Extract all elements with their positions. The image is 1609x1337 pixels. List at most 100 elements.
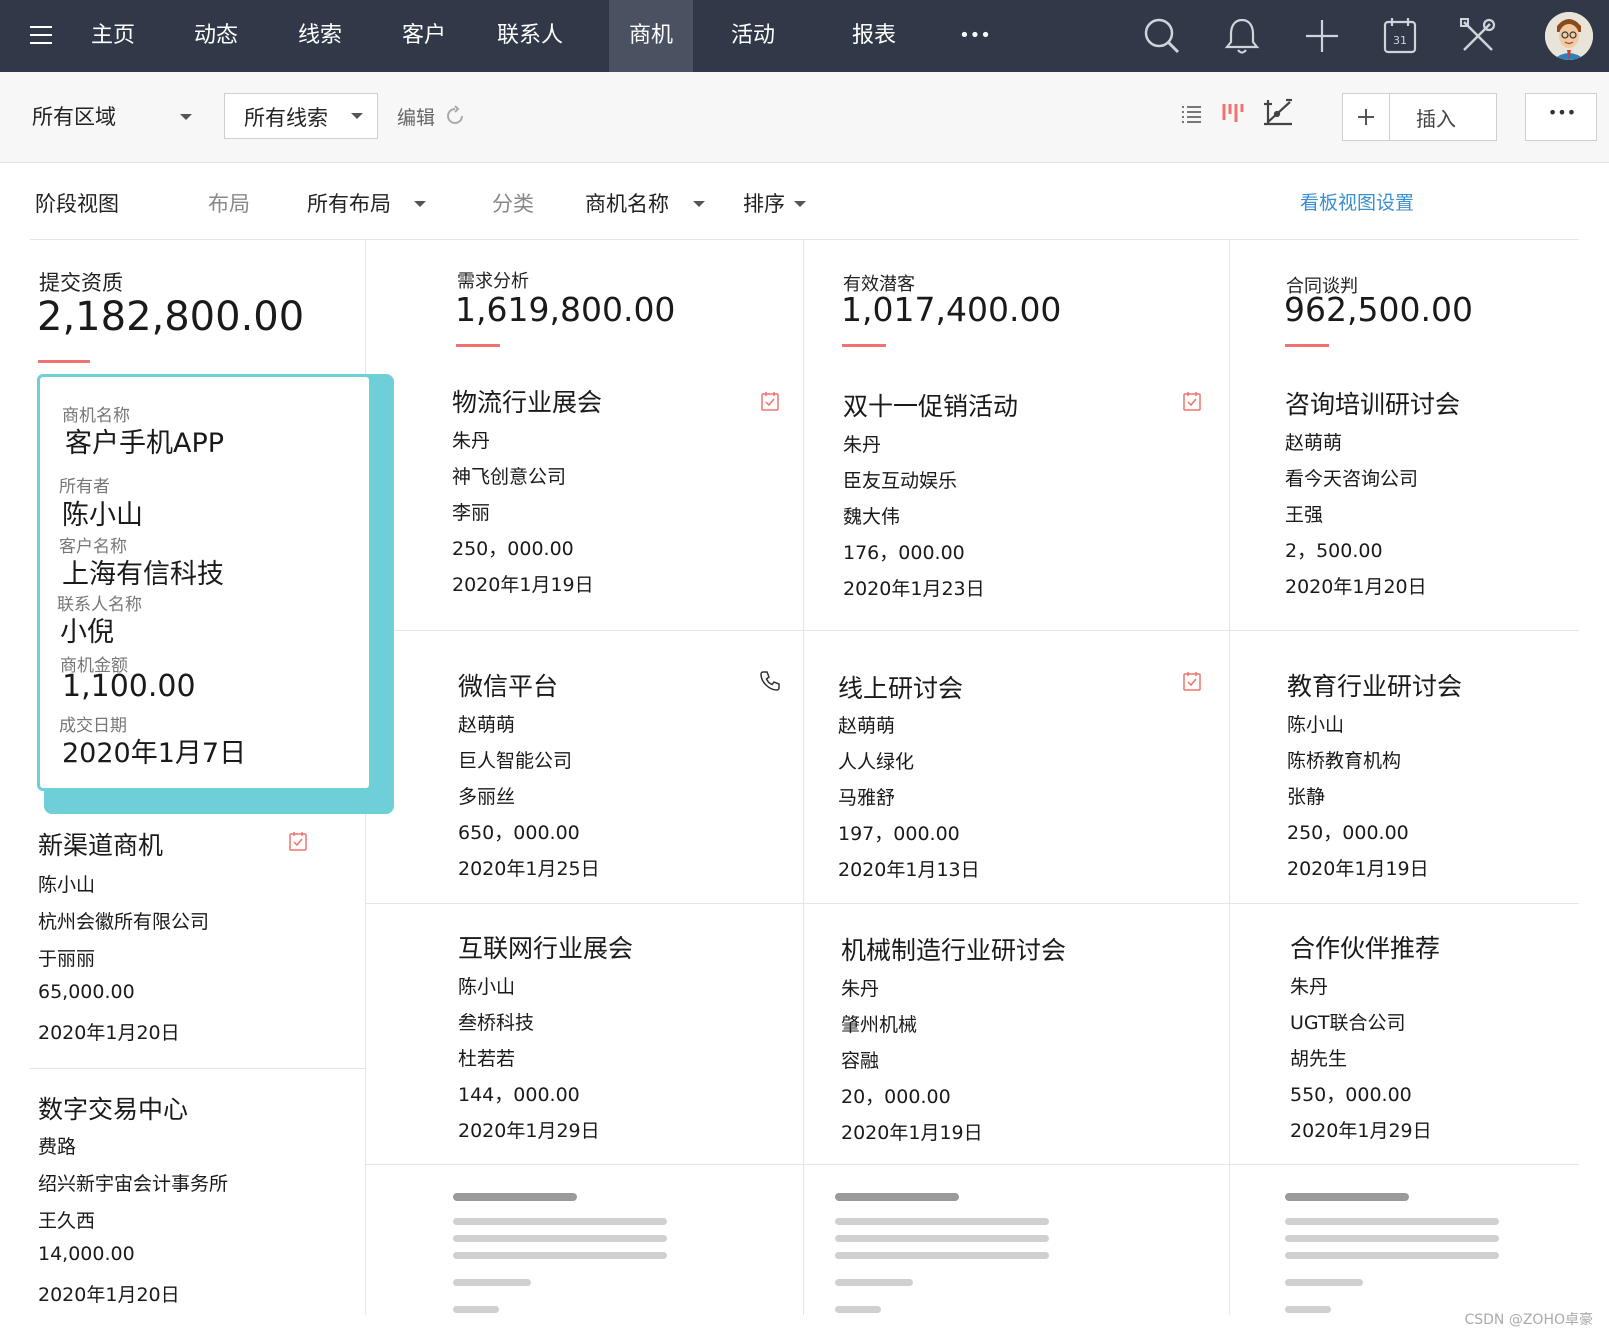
deal-owner: 陈小山 xyxy=(1287,714,1345,736)
deal-title: 教育行业研讨会 xyxy=(1287,672,1463,701)
nav-item-activities[interactable]: 活动 xyxy=(722,0,784,72)
region-filter-label: 所有区域 xyxy=(32,105,116,129)
task-icon[interactable] xyxy=(760,390,780,412)
insert-button[interactable]: 插入 xyxy=(1416,103,1456,132)
nav-item-deals[interactable]: 商机 xyxy=(609,0,693,72)
dragged-deal-card[interactable]: 商机名称 客户手机APP 所有者 陈小山 客户名称 上海有信科技 联系人名称 小… xyxy=(37,374,372,791)
divider xyxy=(30,239,1579,240)
deal-contact: 马雅舒 xyxy=(838,787,896,809)
owner-value: 陈小山 xyxy=(62,500,143,531)
deal-amount: 176，000.00 xyxy=(843,542,965,564)
deal-title: 新渠道商机 xyxy=(38,831,164,860)
deal-owner: 赵萌萌 xyxy=(838,715,896,737)
nav-item-leads[interactable]: 线索 xyxy=(289,0,351,72)
view-settings-bar: 阶段视图 布局 所有布局 分类 商机名称 排序 看板视图设置 xyxy=(0,162,1609,240)
nav-more-button[interactable]: ••• xyxy=(950,0,1000,72)
deal-company: 巨人智能公司 xyxy=(458,750,573,772)
deal-amount: 144，000.00 xyxy=(458,1084,580,1106)
stage-indicator xyxy=(456,344,500,347)
svg-text:31: 31 xyxy=(1393,34,1407,47)
region-filter-dropdown[interactable]: 所有区域 xyxy=(32,101,116,131)
phone-icon[interactable] xyxy=(758,669,782,693)
deal-title: 物流行业展会 xyxy=(452,388,603,417)
deal-contact: 容融 xyxy=(841,1050,880,1072)
stage-name: 提交资质 xyxy=(39,271,123,295)
deal-amount: 14,000.00 xyxy=(38,1243,135,1265)
deal-date: 2020年1月20日 xyxy=(1285,576,1427,598)
deal-contact: 李丽 xyxy=(452,502,491,524)
add-button[interactable] xyxy=(1343,94,1390,140)
task-icon[interactable] xyxy=(288,830,308,852)
deal-contact: 魏大伟 xyxy=(843,506,901,528)
stage-total: 1,619,800.00 xyxy=(455,290,676,329)
deal-contact: 张静 xyxy=(1287,786,1326,808)
deal-company: 人人绿化 xyxy=(838,751,915,773)
nav-item-feeds[interactable]: 动态 xyxy=(185,0,247,72)
calendar-icon[interactable]: 31 xyxy=(1378,14,1422,58)
column-divider xyxy=(803,240,804,1315)
chevron-down-icon[interactable] xyxy=(794,201,806,207)
plus-icon xyxy=(1358,109,1374,125)
deal-company: 肇州机械 xyxy=(841,1014,918,1036)
deal-owner: 赵萌萌 xyxy=(1285,432,1343,454)
deal-owner: 费路 xyxy=(38,1136,77,1158)
chevron-down-icon[interactable] xyxy=(414,201,426,207)
deal-date: 2020年1月19日 xyxy=(452,574,594,596)
deal-amount: 550，000.00 xyxy=(1290,1084,1412,1106)
chevron-down-icon[interactable] xyxy=(180,114,192,120)
search-icon[interactable] xyxy=(1140,14,1184,58)
lead-filter-label: 所有线索 xyxy=(244,106,328,130)
kanban-view-icon[interactable] xyxy=(1220,100,1246,126)
nav-item-home[interactable]: 主页 xyxy=(82,0,144,72)
account-value: 上海有信科技 xyxy=(62,559,224,590)
add-icon[interactable] xyxy=(1300,14,1344,58)
deal-company: 臣友互动娱乐 xyxy=(843,470,958,492)
deal-company: 叁桥科技 xyxy=(458,1012,535,1034)
refresh-icon[interactable] xyxy=(443,104,467,128)
deal-contact: 胡先生 xyxy=(1290,1048,1348,1070)
deal-owner: 赵萌萌 xyxy=(458,714,516,736)
deal-company: 杭州会徽所有限公司 xyxy=(38,911,210,933)
edit-link[interactable]: 编辑 xyxy=(397,103,435,130)
more-actions-button[interactable]: ••• xyxy=(1525,93,1597,141)
more-actions-label: ••• xyxy=(1547,103,1577,122)
user-avatar[interactable] xyxy=(1545,12,1593,60)
stage-total: 2,182,800.00 xyxy=(37,294,305,340)
toolbar: 所有区域 所有线索 编辑 插入 ••• xyxy=(0,72,1609,163)
deal-owner: 朱丹 xyxy=(452,430,491,452)
task-icon[interactable] xyxy=(1182,390,1202,412)
nav-item-contacts[interactable]: 联系人 xyxy=(490,0,570,72)
list-view-icon[interactable] xyxy=(1179,102,1203,126)
stage-view-label: 阶段视图 xyxy=(35,192,119,216)
chart-view-icon[interactable] xyxy=(1262,96,1296,130)
hamburger-menu-icon[interactable] xyxy=(30,26,52,46)
lead-filter-dropdown[interactable]: 所有线索 xyxy=(224,93,378,139)
chevron-down-icon[interactable] xyxy=(693,201,705,207)
deal-title: 咨询培训研讨会 xyxy=(1285,390,1461,419)
layout-dropdown[interactable]: 所有布局 xyxy=(307,188,391,218)
nav-item-accounts[interactable]: 客户 xyxy=(393,0,455,72)
deal-amount: 650，000.00 xyxy=(458,822,580,844)
deal-date: 2020年1月29日 xyxy=(458,1120,600,1142)
deal-date: 2020年1月19日 xyxy=(1287,858,1429,880)
stage-indicator xyxy=(842,344,886,347)
settings-tools-icon[interactable] xyxy=(1456,14,1500,58)
deal-owner: 朱丹 xyxy=(843,434,882,456)
row-divider xyxy=(365,1164,1579,1165)
chevron-down-icon xyxy=(351,113,363,119)
category-dropdown[interactable]: 商机名称 xyxy=(585,188,669,218)
deal-amount: 20，000.00 xyxy=(841,1086,951,1108)
task-icon[interactable] xyxy=(1182,670,1202,692)
deal-date: 2020年1月20日 xyxy=(38,1284,180,1306)
watermark: CSDN @ZOHO卓豪 xyxy=(1464,1312,1593,1328)
column-divider xyxy=(1229,240,1230,1315)
deal-company: 陈桥教育机构 xyxy=(1287,750,1402,772)
contact-value: 小倪 xyxy=(60,617,114,648)
deal-contact: 王久西 xyxy=(38,1210,96,1232)
kanban-settings-link[interactable]: 看板视图设置 xyxy=(1300,188,1414,215)
sort-dropdown[interactable]: 排序 xyxy=(743,188,785,218)
deal-company: 绍兴新宇宙会计事务所 xyxy=(38,1173,229,1195)
notification-bell-icon[interactable] xyxy=(1220,14,1264,58)
deal-date: 2020年1月19日 xyxy=(841,1122,983,1144)
nav-item-reports[interactable]: 报表 xyxy=(843,0,905,72)
